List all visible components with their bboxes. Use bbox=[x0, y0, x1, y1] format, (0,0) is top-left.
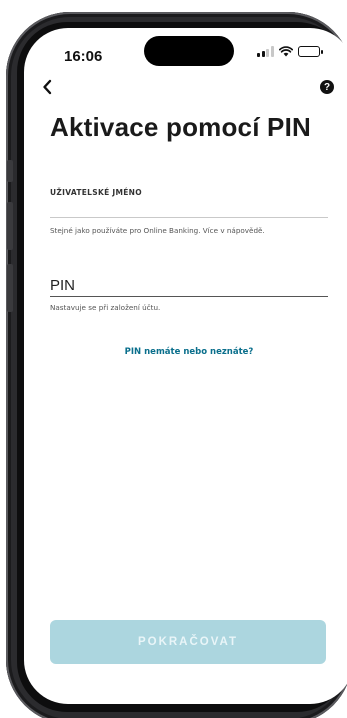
username-label: UŽIVATELSKÉ JMÉNO bbox=[50, 188, 142, 197]
back-button[interactable] bbox=[36, 76, 58, 98]
username-hint: Stejné jako používáte pro Online Banking… bbox=[50, 226, 265, 235]
help-button[interactable]: ? bbox=[320, 80, 334, 94]
volume-down-button bbox=[7, 264, 13, 312]
continue-button[interactable]: POKRAČOVAT bbox=[50, 620, 326, 664]
mute-switch bbox=[7, 160, 13, 182]
pin-input[interactable] bbox=[50, 275, 328, 297]
username-input[interactable] bbox=[50, 198, 328, 218]
signal-icon bbox=[257, 46, 274, 57]
forgot-pin-link[interactable]: PIN nemáte nebo neznáte? bbox=[24, 347, 347, 357]
page-title: Aktivace pomocí PIN bbox=[50, 112, 311, 142]
phone-screen: 16:06 ? Aktivace pomocí PIN UŽIVATELSKÉ … bbox=[24, 28, 347, 704]
chevron-left-icon bbox=[43, 79, 52, 95]
status-icons bbox=[257, 46, 323, 57]
pin-hint: Nastavuje se při založení účtu. bbox=[50, 303, 161, 312]
volume-up-button bbox=[7, 202, 13, 250]
question-mark-icon: ? bbox=[323, 81, 331, 93]
status-time: 16:06 bbox=[64, 48, 103, 65]
app-stage: 16:06 ? Aktivace pomocí PIN UŽIVATELSKÉ … bbox=[0, 0, 347, 718]
battery-icon bbox=[297, 46, 323, 57]
wifi-icon bbox=[278, 46, 293, 57]
dynamic-island bbox=[144, 36, 234, 66]
